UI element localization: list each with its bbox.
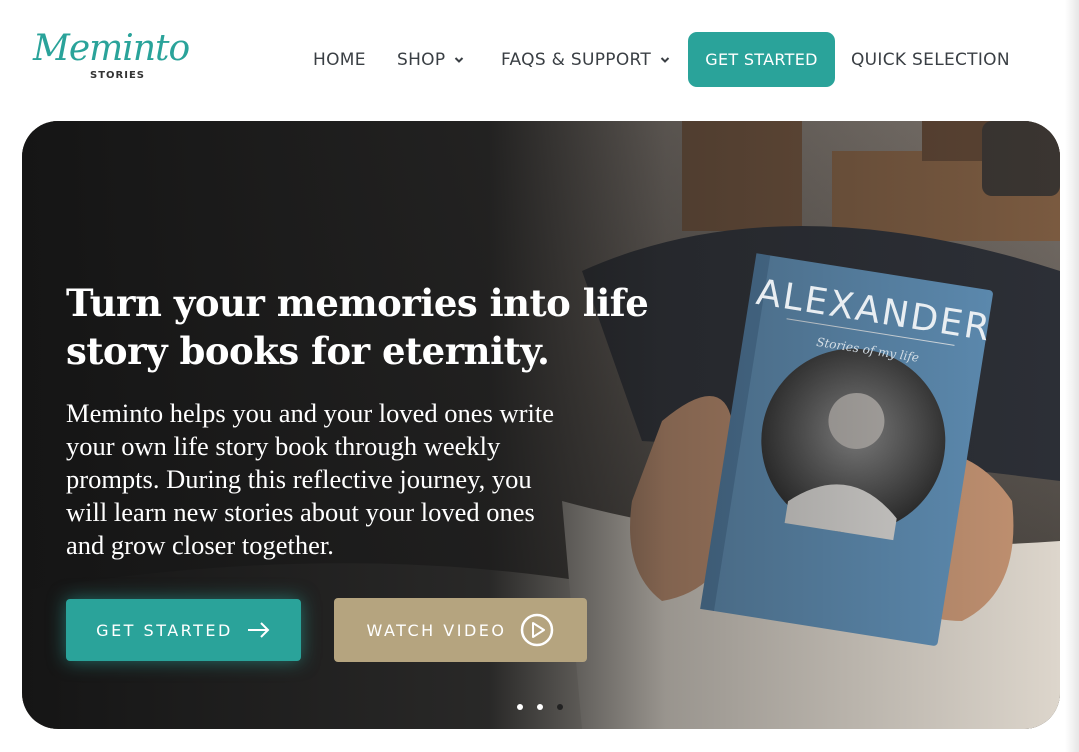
nav-quick-selection-label: QUICK SELECTION <box>851 49 1010 70</box>
watch-video-label: WATCH VIDEO <box>366 620 507 640</box>
get-started-button[interactable]: GET STARTED <box>66 599 301 661</box>
page-edge-shadow <box>1065 0 1079 752</box>
get-started-label: GET STARTED <box>96 620 233 640</box>
carousel-dots <box>517 704 563 710</box>
nav-quick-selection[interactable]: QUICK SELECTION <box>851 32 1010 87</box>
carousel-dot[interactable] <box>537 704 543 710</box>
hero-banner: ALEXANDER Stories of my life Turn your m… <box>22 121 1060 729</box>
arrow-right-icon <box>247 622 270 638</box>
nav-get-started-label: GET STARTED <box>705 50 818 69</box>
nav-faqs-support[interactable]: FAQS & SUPPORT <box>501 32 670 87</box>
site-header: Meminto STORIES HOME SHOP FAQS & SUPPORT… <box>0 0 1079 118</box>
nav-shop-label: SHOP <box>397 49 446 70</box>
nav-home[interactable]: HOME <box>313 32 366 87</box>
chevron-down-icon <box>455 56 464 63</box>
watch-video-button[interactable]: WATCH VIDEO <box>334 598 587 662</box>
hero-description: Meminto helps you and your loved ones wr… <box>66 397 646 562</box>
hero-desc-line: will learn new stories about your loved … <box>66 497 535 527</box>
hero-desc-line: Meminto helps you and your loved ones wr… <box>66 398 554 428</box>
hero-title: Turn your memories into life story books… <box>66 279 666 375</box>
logo[interactable]: Meminto STORIES <box>33 28 190 88</box>
chevron-down-icon <box>660 56 670 63</box>
nav-home-label: HOME <box>313 49 366 70</box>
nav-shop[interactable]: SHOP <box>397 32 464 87</box>
hero-desc-line: prompts. During this reflective journey,… <box>66 464 532 494</box>
nav-get-started-button[interactable]: GET STARTED <box>688 32 835 87</box>
play-circle-icon <box>521 613 554 647</box>
carousel-dot[interactable] <box>517 704 523 710</box>
carousel-dot-active[interactable] <box>557 704 563 710</box>
logo-script: Meminto <box>33 28 190 69</box>
hero-desc-line: your own life story book through weekly <box>66 431 501 461</box>
hero-title-line1: Turn your memories into life <box>66 281 649 325</box>
hero-desc-line: and grow closer together. <box>66 530 334 560</box>
nav-faqs-label: FAQS & SUPPORT <box>501 49 652 70</box>
hero-title-line2: story books for eternity. <box>66 329 550 373</box>
logo-subtitle: STORIES <box>90 70 145 81</box>
